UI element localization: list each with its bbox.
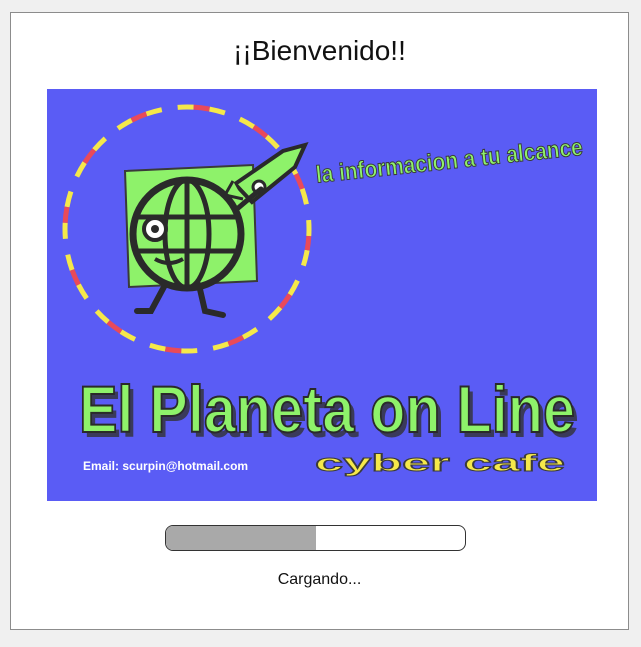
banner-tagline: la informacion a tu alcance — [315, 134, 584, 189]
banner-email: Email: scurpin@hotmail.com — [83, 459, 248, 473]
banner-subtitle: cyber cafe — [315, 450, 565, 477]
cyber-cafe-banner: la informacion a tu alcance El Planeta o… — [47, 89, 597, 501]
welcome-title: ¡¡Bienvenido!! — [233, 35, 406, 66]
progress-fill — [166, 526, 316, 550]
walking-globe-rocket-icon — [123, 141, 309, 318]
loading-progress-bar — [165, 525, 466, 551]
brand-headline: El Planeta on Line — [79, 372, 575, 446]
loading-status: Cargando... — [277, 571, 362, 588]
welcome-dialog: ¡¡Bienvenido!! la informacion a tu alcan… — [10, 12, 629, 630]
